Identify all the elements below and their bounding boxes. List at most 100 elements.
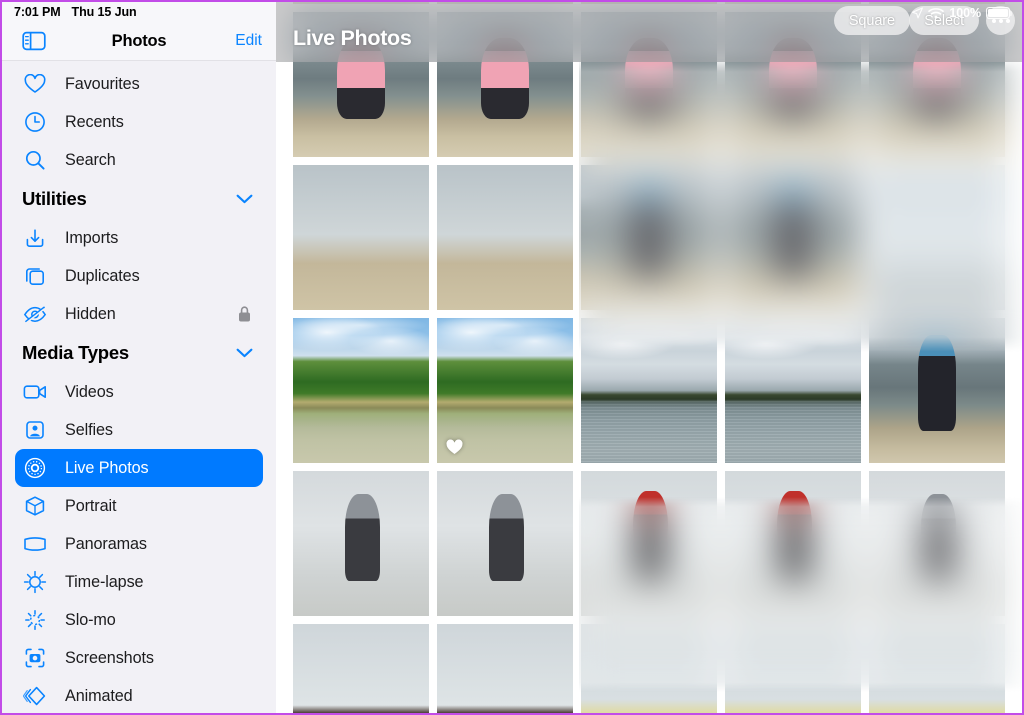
sidebar-item-imports[interactable]: Imports bbox=[15, 219, 263, 257]
timelapse-icon bbox=[22, 569, 48, 595]
slomo-icon bbox=[22, 607, 48, 633]
photo-thumbnail[interactable] bbox=[437, 318, 573, 463]
photo-thumbnail[interactable] bbox=[437, 624, 573, 713]
status-bar-left: 7:01 PM Thu 15 Jun bbox=[2, 2, 276, 22]
sidebar-section-media-types: Media Types bbox=[15, 333, 263, 373]
photo-thumbnail[interactable] bbox=[725, 624, 861, 713]
photo-thumbnail[interactable] bbox=[725, 471, 861, 616]
location-arrow-icon bbox=[912, 7, 924, 19]
photo-thumbnail[interactable] bbox=[869, 624, 1005, 713]
sidebar-item-favourites[interactable]: Favourites bbox=[15, 65, 263, 103]
screenshot-camera-icon bbox=[22, 645, 48, 671]
sidebar: 7:01 PM Thu 15 Jun Photos Edit Favourite… bbox=[2, 2, 276, 713]
animated-icon bbox=[22, 683, 48, 709]
photo-image bbox=[293, 165, 429, 310]
sidebar-item-label: Selfies bbox=[65, 420, 113, 439]
photo-thumbnail[interactable] bbox=[581, 165, 717, 310]
sidebar-item-panoramas[interactable]: Panoramas bbox=[15, 525, 263, 563]
sidebar-item-label: Panoramas bbox=[65, 534, 147, 553]
photo-image bbox=[869, 471, 1005, 616]
chevron-down-icon[interactable] bbox=[236, 194, 253, 205]
photo-thumbnail[interactable] bbox=[725, 318, 861, 463]
photo-image bbox=[437, 624, 573, 713]
photo-thumbnail[interactable] bbox=[581, 624, 717, 713]
sidebar-item-label: Imports bbox=[65, 228, 119, 247]
ipad-photos-screen: 7:01 PM Thu 15 Jun Photos Edit Favourite… bbox=[0, 0, 1024, 715]
photo-thumbnail[interactable] bbox=[725, 165, 861, 310]
sidebar-item-videos[interactable]: Videos bbox=[15, 373, 263, 411]
section-title: Media Types bbox=[22, 342, 129, 363]
sidebar-item-selfies[interactable]: Selfies bbox=[15, 411, 263, 449]
photo-image bbox=[581, 471, 717, 616]
live-photo-icon bbox=[22, 455, 48, 481]
photo-thumbnail[interactable] bbox=[437, 471, 573, 616]
sidebar-item-duplicates[interactable]: Duplicates bbox=[15, 257, 263, 295]
photo-image bbox=[869, 165, 1005, 310]
battery-full-icon bbox=[986, 7, 1013, 19]
photo-image bbox=[437, 165, 573, 310]
photo-image bbox=[293, 318, 429, 463]
photo-image bbox=[581, 318, 717, 463]
status-bar-date: Thu 15 Jun bbox=[71, 5, 137, 19]
photo-thumbnail[interactable] bbox=[293, 318, 429, 463]
aspect-square-button[interactable]: Square bbox=[833, 6, 910, 35]
photo-image bbox=[293, 624, 429, 713]
eye-slash-icon bbox=[22, 301, 48, 327]
chevron-down-icon[interactable] bbox=[236, 348, 253, 359]
sidebar-item-screenshots[interactable]: Screenshots bbox=[15, 639, 263, 677]
photo-image bbox=[437, 471, 573, 616]
photo-thumbnail[interactable] bbox=[437, 165, 573, 310]
sidebar-item-hidden[interactable]: Hidden bbox=[15, 295, 263, 333]
panorama-icon bbox=[22, 531, 48, 557]
photo-image bbox=[725, 471, 861, 616]
favourite-heart-icon bbox=[446, 439, 463, 455]
sidebar-section-utilities: Utilities bbox=[15, 179, 263, 219]
video-camera-icon bbox=[22, 379, 48, 405]
sidebar-item-recents[interactable]: Recents bbox=[15, 103, 263, 141]
photo-image bbox=[869, 624, 1005, 713]
photo-image bbox=[725, 318, 861, 463]
photo-thumbnail[interactable] bbox=[581, 318, 717, 463]
duplicates-icon bbox=[22, 263, 48, 289]
photo-thumbnail[interactable] bbox=[293, 165, 429, 310]
import-download-icon bbox=[22, 225, 48, 251]
photo-thumbnail[interactable] bbox=[293, 471, 429, 616]
photo-image bbox=[869, 318, 1005, 463]
sidebar-item-label: Videos bbox=[65, 382, 114, 401]
sidebar-item-animated[interactable]: Animated bbox=[15, 677, 263, 713]
status-bar-right: 100% bbox=[912, 5, 1013, 21]
sidebar-item-portrait[interactable]: Portrait bbox=[15, 487, 263, 525]
sidebar-edit-button[interactable]: Edit bbox=[235, 32, 262, 50]
photo-thumbnail[interactable] bbox=[581, 471, 717, 616]
sidebar-item-slo-mo[interactable]: Slo-mo bbox=[15, 601, 263, 639]
sidebar-item-label: Recents bbox=[65, 112, 124, 131]
portrait-cube-icon bbox=[22, 493, 48, 519]
photo-thumbnail[interactable] bbox=[869, 165, 1005, 310]
photo-image bbox=[725, 165, 861, 310]
sidebar-item-search[interactable]: Search bbox=[15, 141, 263, 179]
photo-grid bbox=[293, 2, 1005, 713]
sidebar-toggle-icon[interactable] bbox=[22, 31, 46, 51]
sidebar-item-label: Hidden bbox=[65, 304, 116, 323]
sidebar-nav: Favourites Recents Search Utilities Impo… bbox=[2, 61, 276, 713]
photo-image bbox=[581, 165, 717, 310]
sidebar-item-label: Slo-mo bbox=[65, 610, 116, 629]
heart-icon bbox=[22, 71, 48, 97]
sidebar-item-label: Duplicates bbox=[65, 266, 140, 285]
status-bar-time: 7:01 PM bbox=[14, 5, 61, 19]
photo-thumbnail[interactable] bbox=[869, 471, 1005, 616]
selfie-person-icon bbox=[22, 417, 48, 443]
sidebar-item-label: Favourites bbox=[65, 74, 140, 93]
photo-image bbox=[725, 624, 861, 713]
photo-grid-area[interactable] bbox=[276, 2, 1022, 713]
photo-thumbnail[interactable] bbox=[869, 318, 1005, 463]
sidebar-item-live-photos[interactable]: Live Photos bbox=[15, 449, 263, 487]
wifi-icon bbox=[928, 7, 945, 19]
sidebar-item-label: Screenshots bbox=[65, 648, 154, 667]
sidebar-header: Photos Edit bbox=[2, 22, 276, 61]
aspect-square-label: Square bbox=[848, 12, 895, 29]
page-title: Live Photos bbox=[293, 26, 412, 50]
photo-thumbnail[interactable] bbox=[293, 624, 429, 713]
sidebar-item-time-lapse[interactable]: Time-lapse bbox=[15, 563, 263, 601]
photo-image bbox=[293, 471, 429, 616]
